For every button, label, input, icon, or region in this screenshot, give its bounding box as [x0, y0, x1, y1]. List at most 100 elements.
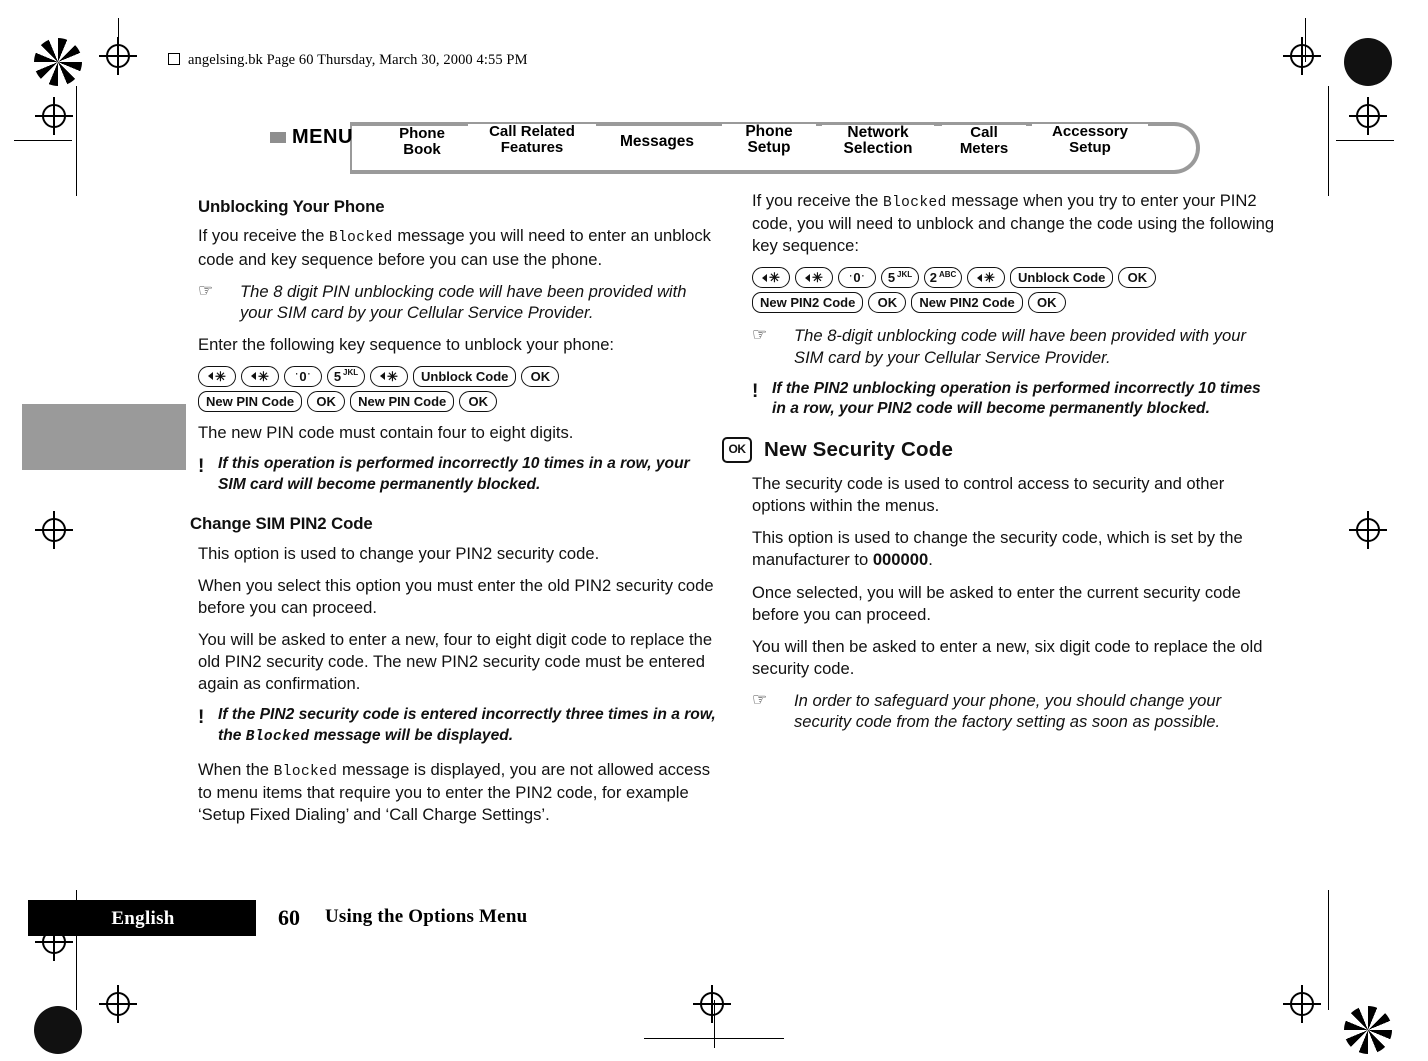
key-unblock-code[interactable]: Unblock Code: [413, 365, 517, 387]
trim-mark-right: [1328, 86, 1329, 196]
menu-item-call-meters[interactable]: Call Meters: [942, 125, 1026, 157]
paragraph-blocked-message-effect: When the Blocked message is displayed, y…: [198, 759, 718, 826]
paragraph-enter-key-sequence: Enter the following key sequence to unbl…: [198, 334, 615, 354]
key-ok-2[interactable]: OK: [307, 390, 346, 412]
para-text-a2: When the: [198, 760, 274, 780]
mono-blocked-1: Blocked: [328, 230, 393, 247]
key-star-4[interactable]: ✳: [752, 267, 790, 289]
registration-target-top-right: [1283, 37, 1321, 75]
trim-mark-bottom-center: [714, 1000, 715, 1048]
pointing-hand-icon-2: ☞: [752, 325, 768, 345]
factory-text-a: This option is used to change the securi…: [752, 528, 1243, 570]
key-five[interactable]: 5 JKL: [327, 365, 365, 387]
key-unblock-code-2[interactable]: Unblock Code: [1010, 267, 1114, 289]
menu-item-network-selection[interactable]: Network Selection: [822, 124, 934, 158]
header-square-icon: [168, 53, 180, 65]
menu-word-text: MENU: [292, 126, 353, 148]
trim-mark-h-right: [1336, 140, 1394, 141]
trim-mark-h-bottom: [644, 1038, 784, 1039]
mono-blocked-2: Blocked: [245, 728, 310, 745]
menu-item-call-related-features[interactable]: Call Related Features: [468, 124, 596, 156]
key-ok-1[interactable]: OK: [521, 365, 560, 387]
menu-item-phone-book[interactable]: Phone Book: [378, 126, 466, 158]
paragraph-enter-new-six-digit: You will then be asked to enter a new, s…: [752, 636, 1263, 678]
note-text-3: In order to safeguard your phone, you sh…: [794, 690, 1222, 732]
corner-registration-swatch-tl: [34, 38, 82, 86]
paragraph-change-pin2-intro: This option is used to change your PIN2 …: [198, 543, 600, 563]
key-sequence-row-3: ✳ ✳ · 0 · 5 JKL 2 ABC ✳ Unblock Code OK: [752, 267, 1276, 289]
note-text: The 8 digit PIN unblocking code will hav…: [240, 281, 687, 323]
pointing-hand-icon: ☞: [198, 280, 214, 300]
paragraph-pin2-blocked-intro: If you receive the Blocked message when …: [752, 190, 1276, 257]
note-pin-unblocking-code: ☞ The 8 digit PIN unblocking code will h…: [198, 281, 718, 324]
page-side-tab: [22, 404, 186, 470]
section-heading-new-security-code: OK New Security Code: [722, 436, 1276, 463]
note-8-digit-unblocking-code: ☞ The 8-digit unblocking code will have …: [752, 325, 1276, 368]
key-ok-5[interactable]: OK: [868, 292, 907, 314]
trim-mark-top-center: [118, 18, 119, 62]
key-ok-4[interactable]: OK: [1118, 267, 1157, 289]
key-star-2[interactable]: ✳: [241, 365, 279, 387]
key-zero-2[interactable]: · 0 ·: [838, 267, 876, 289]
menu-item-accessory-setup[interactable]: Accessory Setup: [1032, 124, 1148, 156]
warning-text: If this operation is performed incorrect…: [218, 454, 690, 493]
exclamation-icon-2: !: [198, 707, 205, 729]
menu-item-phone-setup[interactable]: Phone Setup: [722, 123, 816, 157]
menu-navigation-bar: MENU Phone Book Call Related Features Me…: [270, 112, 1200, 174]
footer-language-label: English: [111, 908, 175, 929]
factory-default-value: 000000: [872, 550, 929, 570]
registration-target-right-mid: [1349, 511, 1387, 549]
right-text-column: If you receive the Blocked message when …: [722, 190, 1276, 743]
key-star-5[interactable]: ✳: [795, 267, 833, 289]
trim-mark-right-lower: [1328, 890, 1329, 1010]
corner-registration-swatch-bl: [34, 1006, 82, 1054]
registration-target-left-mid: [35, 511, 73, 549]
paragraph-enter-old-pin2: When you select this option you must ent…: [198, 575, 714, 617]
key-new-pin-code-2[interactable]: New PIN Code: [350, 390, 455, 412]
menu-word-label: MENU: [270, 126, 353, 149]
warning-sim-permanently-blocked: ! If this operation is performed incorre…: [198, 454, 718, 495]
warning-pin2-permanently-blocked: ! If the PIN2 unblocking operation is pe…: [752, 379, 1276, 420]
key-two[interactable]: 2 ABC: [924, 267, 962, 289]
registration-target-left-upper: [35, 97, 73, 135]
key-zero[interactable]: · 0 ·: [284, 365, 322, 387]
key-ok-3[interactable]: OK: [459, 390, 498, 412]
menu-item-messages[interactable]: Messages: [592, 133, 722, 151]
corner-registration-swatch-br: [1344, 1006, 1392, 1054]
heading-change-sim-pin2-code: Change SIM PIN2 Code: [190, 514, 373, 534]
key-sequence-row-2: New PIN Code OK New PIN Code OK: [198, 390, 718, 412]
note-text-2: The 8-digit unblocking code will have be…: [794, 326, 1246, 367]
warning-text-b: message will be displayed.: [309, 726, 514, 744]
paragraph-unblock-intro: If you receive the Blocked message you w…: [198, 225, 718, 270]
key-star-1[interactable]: ✳: [198, 365, 236, 387]
key-sequence-row-4: New PIN2 Code OK New PIN2 Code OK: [752, 292, 1276, 314]
paragraph-new-pin-length: The new PIN code must contain four to ei…: [198, 422, 574, 442]
trim-mark-left: [76, 86, 77, 196]
trim-mark-h-left: [14, 140, 72, 141]
footer-page-number: 60: [278, 905, 300, 930]
trim-mark-top-center-2: [1305, 18, 1306, 62]
paragraph-new-pin2-confirm: You will be asked to enter a new, four t…: [198, 629, 713, 694]
paragraph-enter-current-code: Once selected, you will be asked to ente…: [752, 582, 1241, 624]
registration-target-bottom-left: [99, 985, 137, 1023]
warning-text-2: If the PIN2 unblocking operation is perf…: [772, 379, 1261, 418]
file-header-line: angelsing.bk Page 60 Thursday, March 30,…: [168, 52, 528, 69]
mono-blocked-3: Blocked: [273, 764, 338, 781]
key-new-pin2-code-2[interactable]: New PIN2 Code: [911, 292, 1023, 314]
key-new-pin2-code-1[interactable]: New PIN2 Code: [752, 292, 864, 314]
key-new-pin-code-1[interactable]: New PIN Code: [198, 390, 303, 412]
footer-chapter-title: Using the Options Menu: [325, 906, 528, 927]
factory-text-b: .: [928, 550, 933, 570]
exclamation-icon-3: !: [752, 380, 759, 402]
key-star-3[interactable]: ✳: [370, 365, 408, 387]
key-ok-6[interactable]: OK: [1027, 292, 1066, 314]
ok-key-icon: OK: [722, 436, 752, 463]
pointing-hand-icon-3: ☞: [752, 689, 768, 709]
corner-registration-swatch-tr: [1344, 38, 1392, 86]
left-text-column: Unblocking Your Phone If you receive the…: [190, 196, 718, 837]
rpara-text-a: If you receive the: [752, 191, 883, 210]
key-five-2[interactable]: 5 JKL: [881, 267, 919, 289]
heading-unblocking-your-phone: Unblocking Your Phone: [198, 197, 385, 216]
key-star-6[interactable]: ✳: [967, 267, 1005, 289]
rmono-blocked-1: Blocked: [882, 195, 947, 211]
